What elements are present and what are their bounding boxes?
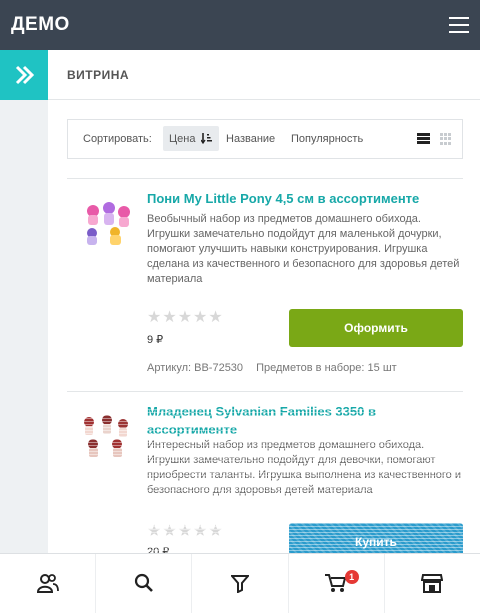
store-icon — [421, 574, 444, 593]
search-icon — [134, 573, 153, 592]
page-title: ВИТРИНА — [67, 68, 130, 82]
buy-button[interactable]: Купить — [289, 523, 463, 553]
sort-toolbar: Сортировать: Цена Название Популярность — [67, 119, 463, 159]
product-image-pony[interactable] — [79, 197, 133, 251]
product-set-count: Предметов в наборе: 15 шт — [256, 362, 397, 374]
product-title[interactable]: Младенец Sylvanian Families 3350 в ассор… — [147, 403, 447, 439]
sort-price-label: Цена — [169, 133, 196, 145]
product-meta: Артикул: BB-72530 Предметов в наборе: 15… — [147, 362, 397, 374]
product-price: 20 ₽ — [147, 546, 170, 553]
sort-by-popularity-button[interactable]: Популярность — [291, 133, 363, 145]
bottom-tab-bar: 1 — [0, 553, 480, 613]
rating-stars[interactable]: ★★★★★ — [147, 521, 224, 541]
product-description: Веобычный набор из предметов домашнего о… — [147, 213, 460, 285]
sidebar — [0, 50, 48, 553]
tab-filter[interactable] — [192, 554, 289, 613]
brand-logo[interactable]: ДЕМО — [11, 14, 70, 36]
rating-stars[interactable]: ★★★★★ — [147, 307, 224, 327]
users-icon — [36, 574, 59, 593]
product-card: Пони My Little Pony 4,5 см в ассортимент… — [67, 178, 463, 390]
order-button[interactable]: Оформить — [289, 309, 463, 347]
sort-by-name-button[interactable]: Название — [226, 133, 275, 145]
list-view-icon[interactable] — [417, 133, 430, 145]
product-title[interactable]: Пони My Little Pony 4,5 см в ассортимент… — [147, 190, 447, 208]
grid-view-icon[interactable] — [440, 133, 453, 145]
product-price: 9 ₽ — [147, 334, 164, 346]
filter-icon — [231, 575, 249, 593]
menu-icon[interactable] — [449, 17, 469, 33]
tab-store[interactable] — [385, 554, 480, 613]
cart-count-badge: 1 — [344, 570, 359, 584]
tab-search[interactable] — [96, 554, 193, 613]
tab-cart[interactable]: 1 — [289, 554, 385, 613]
tab-users[interactable] — [0, 554, 97, 613]
sort-ascending-icon — [200, 133, 212, 144]
sort-by-price-button[interactable]: Цена — [163, 126, 219, 151]
product-sku: Артикул: BB-72530 — [147, 362, 244, 374]
double-chevron-right-icon — [15, 65, 34, 85]
product-image-sylvanian[interactable] — [79, 410, 133, 464]
product-description: Интересный набор из предметов домашнего … — [147, 439, 461, 496]
sidebar-toggle-button[interactable] — [0, 50, 48, 100]
breadcrumb: ВИТРИНА — [48, 50, 480, 100]
top-bar: ДЕМО — [0, 0, 480, 50]
product-card: Младенец Sylvanian Families 3350 в ассор… — [67, 391, 463, 553]
sort-label: Сортировать: — [83, 133, 152, 145]
